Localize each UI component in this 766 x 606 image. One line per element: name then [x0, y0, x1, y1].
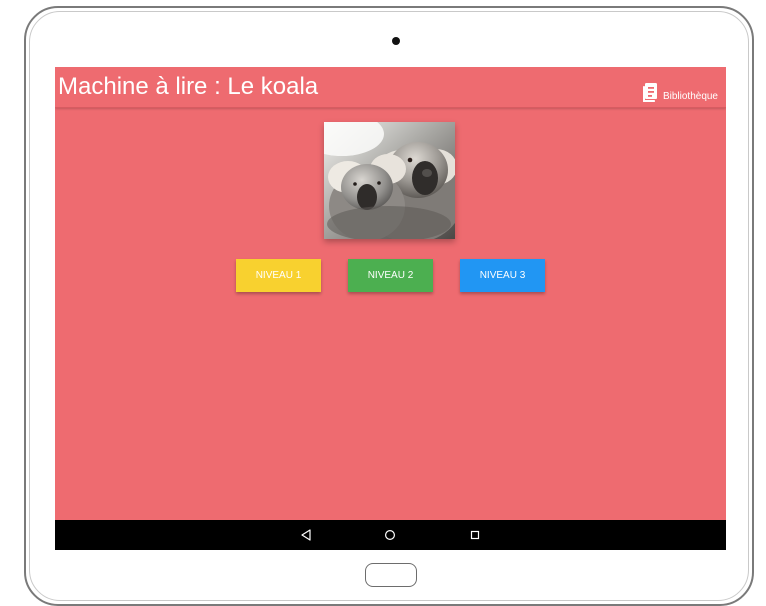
library-button[interactable]: Bibliothèque	[642, 79, 718, 103]
app-bar: Machine à lire : Le koala Bibliothèque	[55, 67, 726, 108]
koala-image	[324, 122, 455, 239]
level-buttons: NIVEAU 1 NIVEAU 2 NIVEAU 3	[236, 259, 546, 292]
home-circle-icon[interactable]	[383, 528, 397, 542]
library-label: Bibliothèque	[662, 91, 718, 102]
page-title: Machine à lire : Le koala	[58, 73, 319, 100]
android-navigation-bar	[55, 520, 726, 550]
library-book-icon	[642, 82, 659, 103]
level-3-button[interactable]: NIVEAU 3	[460, 259, 545, 292]
hardware-home-button[interactable]	[365, 563, 417, 587]
level-2-button[interactable]: NIVEAU 2	[348, 259, 433, 292]
level-1-button[interactable]: NIVEAU 1	[236, 259, 321, 292]
app-screen: Machine à lire : Le koala Bibliothèque N…	[55, 67, 726, 550]
front-camera-icon	[392, 37, 400, 45]
back-triangle-icon[interactable]	[299, 528, 313, 542]
recent-square-icon[interactable]	[468, 528, 482, 542]
